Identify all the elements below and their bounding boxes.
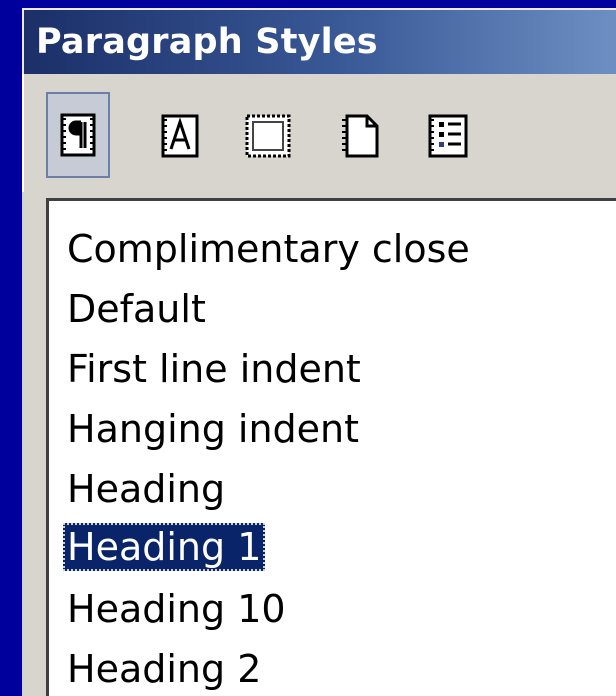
paragraph-styles-window: Paragraph Styles Complimentary close Def… <box>22 8 616 696</box>
frame-styles-button[interactable] <box>242 110 294 162</box>
style-category-toolbar <box>22 74 616 192</box>
paragraph-styles-icon <box>60 113 96 157</box>
list-item[interactable]: Heading <box>63 465 229 513</box>
page-styles-button[interactable] <box>334 110 386 162</box>
paragraph-styles-button[interactable] <box>46 92 110 178</box>
list-item[interactable]: Default <box>63 285 210 333</box>
list-item[interactable]: Hanging indent <box>63 405 363 453</box>
styles-listbox[interactable]: Complimentary close Default First line i… <box>46 198 616 696</box>
list-styles-button[interactable] <box>422 110 474 162</box>
window-title: Paragraph Styles <box>36 22 378 62</box>
list-item[interactable]: Heading 10 <box>63 585 290 633</box>
page-styles-icon <box>342 114 379 158</box>
list-item[interactable]: First line indent <box>63 345 365 393</box>
list-styles-icon <box>428 114 468 158</box>
list-item-selected[interactable]: Heading 1 <box>63 523 266 571</box>
list-item[interactable]: Heading 2 <box>63 645 265 693</box>
title-bar[interactable]: Paragraph Styles <box>22 8 616 74</box>
frame-styles-icon <box>245 114 291 158</box>
character-styles-icon <box>161 114 199 158</box>
character-styles-button[interactable] <box>154 110 206 162</box>
list-item[interactable]: Complimentary close <box>63 225 474 273</box>
